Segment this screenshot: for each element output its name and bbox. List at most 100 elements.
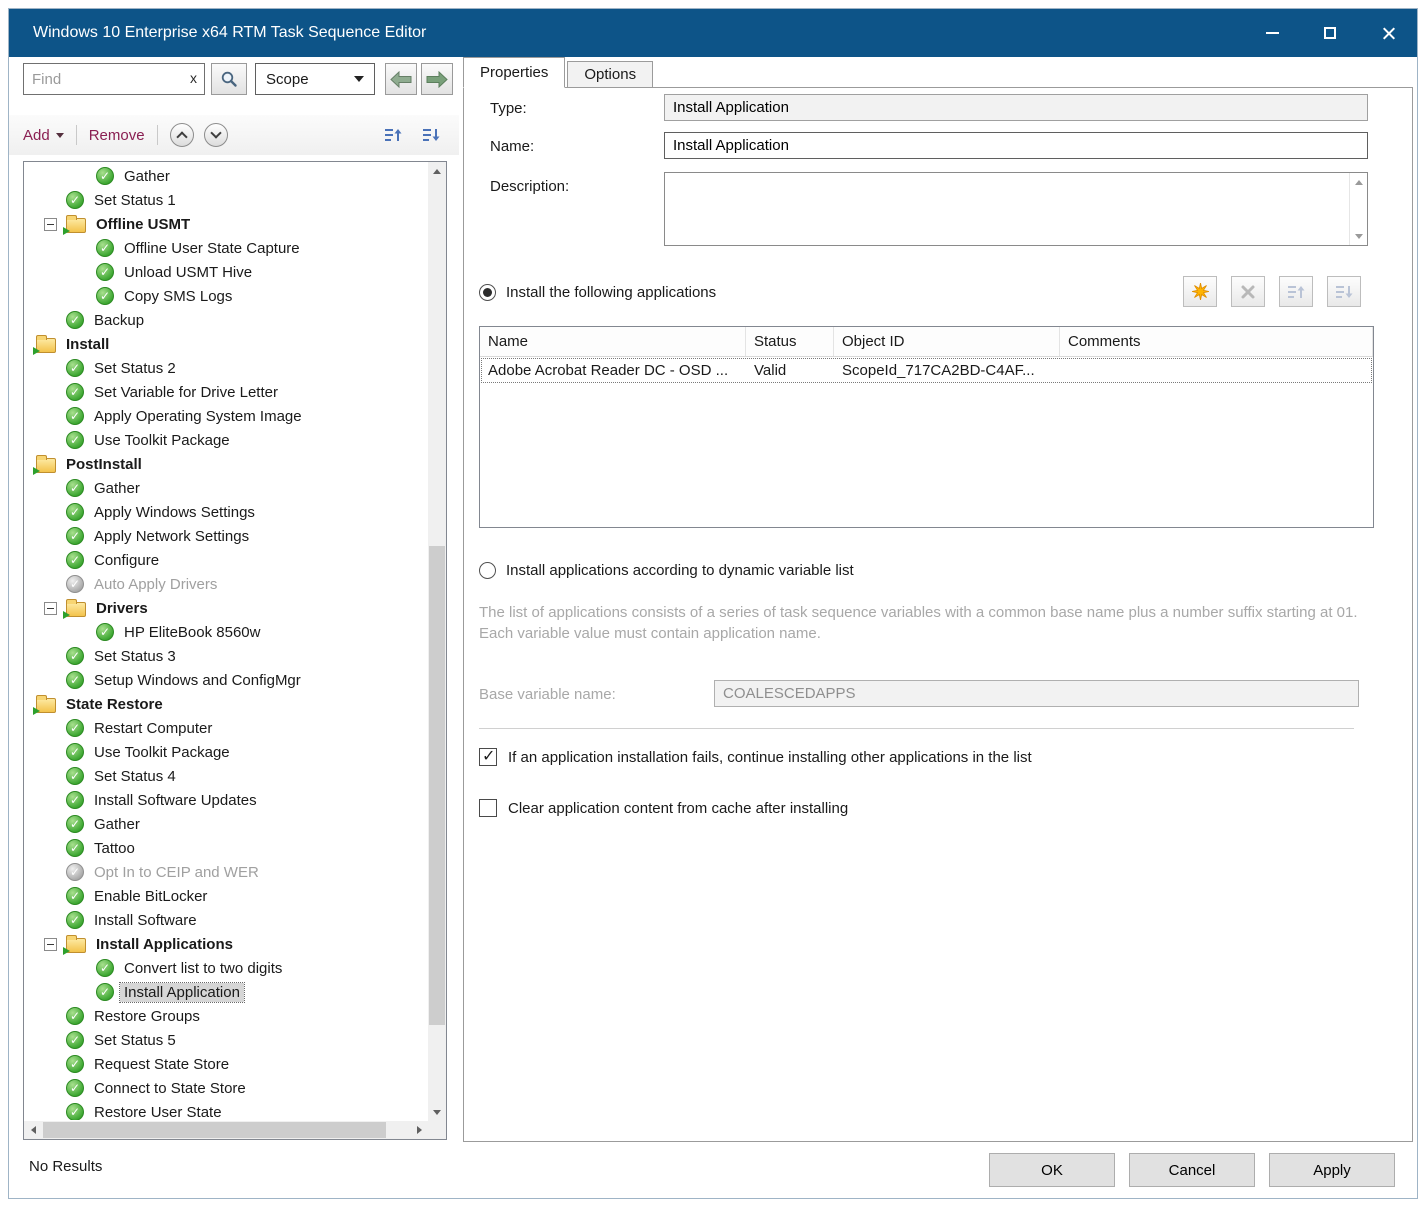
tree-item[interactable]: ✓Enable BitLocker (24, 884, 427, 908)
tree-collapse-icon[interactable] (44, 938, 57, 951)
tree-item[interactable]: ✓Set Status 4 (24, 764, 427, 788)
step-check-icon: ✓ (66, 1055, 84, 1073)
tree-item[interactable]: ✓Apply Windows Settings (24, 500, 427, 524)
cancel-button[interactable]: Cancel (1129, 1153, 1255, 1187)
move-application-up-button[interactable] (1279, 276, 1313, 307)
step-check-icon: ✓ (66, 671, 84, 689)
horizontal-scroll-thumb[interactable] (43, 1122, 386, 1138)
collapse-all-button[interactable] (170, 123, 194, 147)
tree-item[interactable]: ✓Request State Store (24, 1052, 427, 1076)
window-titlebar[interactable]: Windows 10 Enterprise x64 RTM Task Seque… (9, 9, 1417, 57)
tree-item[interactable]: ✓Gather (24, 164, 427, 188)
tree-item[interactable]: ✓Copy SMS Logs (24, 284, 427, 308)
description-field[interactable] (664, 172, 1368, 246)
continue-on-fail-checkbox-row[interactable]: If an application installation fails, co… (479, 748, 1032, 766)
apply-button[interactable]: Apply (1269, 1153, 1395, 1187)
tree-item[interactable]: Install (24, 332, 427, 356)
tree-item[interactable]: PostInstall (24, 452, 427, 476)
find-clear-button[interactable]: x (190, 70, 197, 86)
tree-item[interactable]: ✓Configure (24, 548, 427, 572)
tree-item[interactable]: ✓Restore Groups (24, 1004, 427, 1028)
minimize-button[interactable] (1243, 9, 1301, 57)
tree-item[interactable]: ✓Connect to State Store (24, 1076, 427, 1100)
tree-item[interactable]: ✓Setup Windows and ConfigMgr (24, 668, 427, 692)
table-row[interactable]: Adobe Acrobat Reader DC - OSD ...ValidSc… (480, 357, 1373, 384)
tree-item[interactable]: ✓Apply Network Settings (24, 524, 427, 548)
column-header-name[interactable]: Name (480, 327, 746, 356)
tab-options[interactable]: Options (567, 61, 653, 88)
scroll-up-arrow[interactable] (428, 162, 446, 180)
clear-cache-checkbox[interactable] (479, 799, 497, 817)
tree-item[interactable]: ✓HP EliteBook 8560w (24, 620, 427, 644)
tree-item[interactable]: ✓Convert list to two digits (24, 956, 427, 980)
scroll-down-arrow[interactable] (1350, 227, 1368, 245)
scope-dropdown[interactable]: Scope (255, 63, 375, 95)
search-icon (220, 70, 238, 88)
tree-item[interactable]: ✓Tattoo (24, 836, 427, 860)
tree-item[interactable]: ✓Gather (24, 812, 427, 836)
column-header-status[interactable]: Status (746, 327, 834, 356)
tree-item[interactable]: ✓Restart Computer (24, 716, 427, 740)
tree-item[interactable]: ✓Install Application (24, 980, 427, 1004)
clear-cache-checkbox-row[interactable]: Clear application content from cache aft… (479, 799, 848, 817)
tree-item[interactable]: ✓Offline User State Capture (24, 236, 427, 260)
column-header-comments[interactable]: Comments (1060, 327, 1373, 356)
tree-item[interactable]: ✓Auto Apply Drivers (24, 572, 427, 596)
tree-item[interactable]: ✓Set Status 5 (24, 1028, 427, 1052)
tree-horizontal-scrollbar[interactable] (24, 1121, 428, 1139)
tree-item[interactable]: ✓Install Software Updates (24, 788, 427, 812)
tree-item[interactable]: ✓Unload USMT Hive (24, 260, 427, 284)
tree-item[interactable]: ✓Set Status 2 (24, 356, 427, 380)
tree-item[interactable]: ✓Use Toolkit Package (24, 740, 427, 764)
ok-button[interactable]: OK (989, 1153, 1115, 1187)
delete-application-button[interactable] (1231, 276, 1265, 307)
close-button[interactable] (1359, 9, 1417, 57)
column-header-object-id[interactable]: Object ID (834, 327, 1060, 356)
remove-button[interactable]: Remove (89, 127, 145, 144)
move-up-button[interactable] (379, 122, 407, 148)
name-field[interactable] (664, 132, 1368, 159)
step-check-icon: ✓ (96, 623, 114, 641)
tree-item-label: Set Status 5 (90, 1031, 180, 1050)
scroll-left-arrow[interactable] (24, 1121, 42, 1139)
tree-item[interactable]: ✓Install Software (24, 908, 427, 932)
scroll-right-arrow[interactable] (410, 1121, 428, 1139)
tree-item[interactable]: ✓Opt In to CEIP and WER (24, 860, 427, 884)
tree-item[interactable]: ✓Set Variable for Drive Letter (24, 380, 427, 404)
tree-item[interactable]: ✓Restore User State (24, 1100, 427, 1120)
scroll-down-arrow[interactable] (428, 1103, 446, 1121)
description-scrollbar[interactable] (1349, 173, 1367, 245)
new-application-button[interactable] (1183, 276, 1217, 307)
move-down-button[interactable] (417, 122, 445, 148)
tree-item[interactable]: Offline USMT (24, 212, 427, 236)
find-input[interactable] (23, 63, 205, 95)
tree-item[interactable]: ✓Apply Operating System Image (24, 404, 427, 428)
navigate-forward-button[interactable] (421, 63, 453, 95)
radio-install-applications[interactable]: Install the following applications (479, 284, 716, 301)
tree-item[interactable]: ✓Set Status 1 (24, 188, 427, 212)
tree-item[interactable]: ✓Set Status 3 (24, 644, 427, 668)
tree-collapse-icon[interactable] (44, 602, 57, 615)
move-application-down-button[interactable] (1327, 276, 1361, 307)
tree-collapse-icon[interactable] (44, 218, 57, 231)
radio-dynamic-variable-list[interactable]: Install applications according to dynami… (479, 562, 854, 579)
vertical-scroll-thumb[interactable] (429, 546, 445, 1026)
continue-on-fail-checkbox[interactable] (479, 748, 497, 766)
navigate-back-button[interactable] (385, 63, 417, 95)
add-button[interactable]: Add (23, 127, 64, 144)
tree-item[interactable]: ✓Backup (24, 308, 427, 332)
tree-item[interactable]: ✓Gather (24, 476, 427, 500)
tree-item[interactable]: Install Applications (24, 932, 427, 956)
tree-vertical-scrollbar[interactable] (428, 162, 446, 1121)
tree-item[interactable]: Drivers (24, 596, 427, 620)
tab-properties[interactable]: Properties (463, 57, 565, 88)
radio-button-icon[interactable] (479, 562, 496, 579)
tree-item[interactable]: State Restore (24, 692, 427, 716)
radio-button-icon[interactable] (479, 284, 496, 301)
search-button[interactable] (211, 63, 247, 95)
maximize-button[interactable] (1301, 9, 1359, 57)
scroll-up-arrow[interactable] (1350, 173, 1368, 191)
group-folder-icon (36, 458, 56, 473)
tree-item[interactable]: ✓Use Toolkit Package (24, 428, 427, 452)
expand-all-button[interactable] (204, 123, 228, 147)
